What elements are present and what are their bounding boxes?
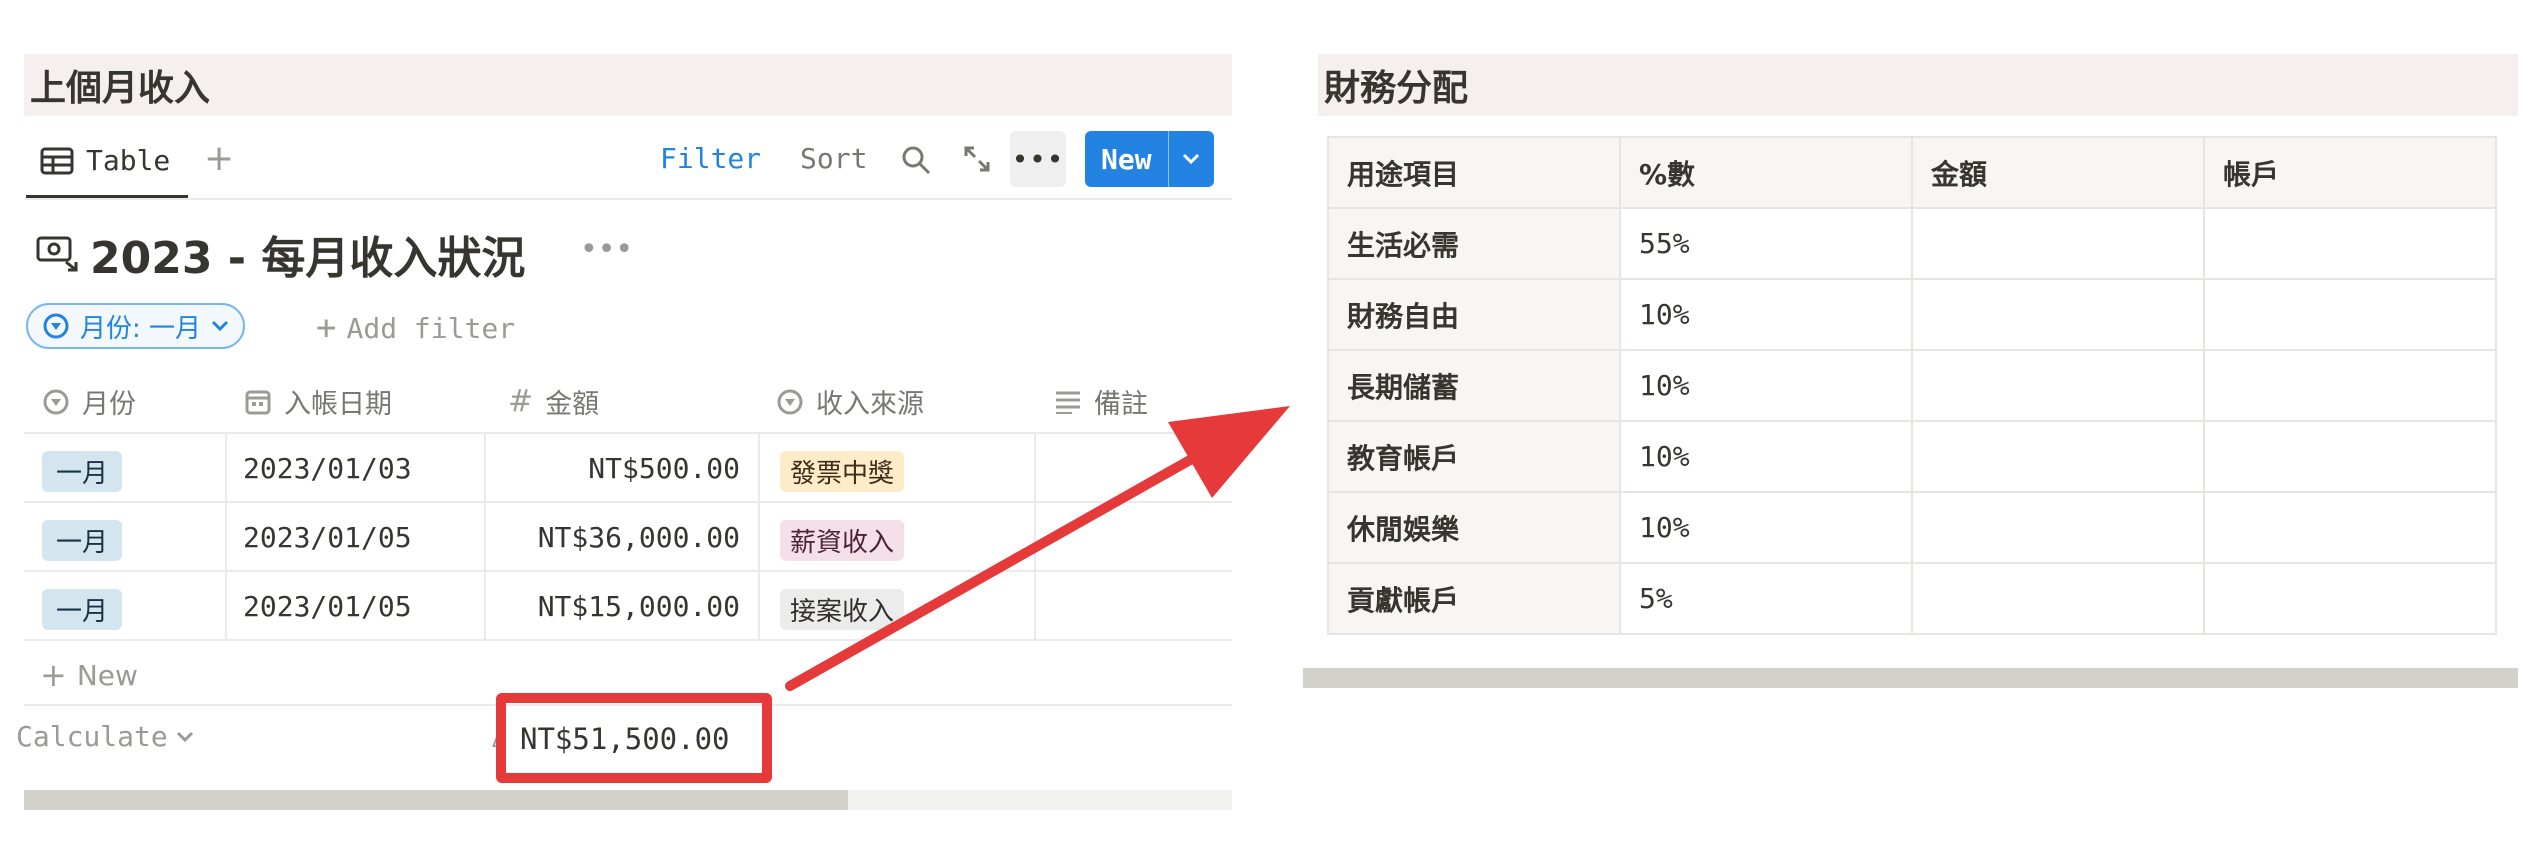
database-title-more-icon[interactable]: ••• [580,232,633,267]
number-property-icon: # [508,384,534,419]
column-header-month[interactable]: 月份 [42,382,136,421]
sum-total[interactable]: NT$51,500.00 [520,722,730,756]
month-tag[interactable]: 一月 [42,451,123,492]
item-cell[interactable]: 長期儲蓄 [1327,349,1621,422]
account-cell[interactable] [2203,278,2497,351]
amount-cell[interactable] [1911,207,2205,280]
amount-cell[interactable] [1911,420,2205,493]
account-cell[interactable] [2203,562,2497,635]
item-cell[interactable]: 生活必需 [1327,207,1621,280]
table-row: 休閒娛樂 10% [1327,491,2497,564]
expand-icon[interactable] [962,144,992,174]
plus-icon: + [316,308,337,348]
toolbar-divider [24,198,1232,200]
select-property-icon [43,389,69,414]
allocation-table: 用途項目 %數 金額 帳戶 生活必需 55% 財務自由 10% 長期儲蓄 10%… [1327,136,2497,635]
item-cell[interactable]: 教育帳戶 [1327,420,1621,493]
new-button-label: New [1101,142,1152,176]
percent-cell[interactable]: 10% [1619,349,1913,422]
table-header-cell: %數 [1619,136,1913,209]
account-cell[interactable] [2203,349,2497,422]
amount-cell[interactable]: NT$36,000.00 [538,521,740,554]
filter-chip-month[interactable]: 月份: 一月 [26,303,246,349]
select-property-icon [43,313,69,339]
table-header-cell: 帳戶 [2203,136,2497,209]
section-title: 上個月收入 [30,68,211,109]
table-row: 貢獻帳戶 5% [1327,562,2497,635]
chevron-down-icon [211,320,229,332]
column-header-label: 金額 [545,389,600,420]
percent-cell[interactable]: 10% [1619,491,1913,564]
section-header-financial-allocation: 財務分配 [1318,54,2518,116]
amount-cell[interactable]: NT$500.00 [588,452,740,485]
amount-cell[interactable] [1911,278,2205,351]
table-row: 教育帳戶 10% [1327,420,2497,493]
add-view-icon[interactable]: + [204,138,234,179]
scrollbar-thumb[interactable] [24,790,848,810]
new-record-button[interactable]: New [1085,131,1214,187]
add-new-row-button[interactable]: + New [40,656,138,694]
amount-cell[interactable] [1911,491,2205,564]
amount-cell[interactable] [1911,562,2205,635]
column-header-label: 月份 [82,389,136,420]
table-header-cell: 金額 [1911,136,2205,209]
section-title: 財務分配 [1324,68,1469,109]
section-header-last-month-income: 上個月收入 [24,54,1232,116]
table-row: 財務自由 10% [1327,278,2497,351]
tab-table-view[interactable]: Table [26,126,189,198]
item-cell[interactable]: 貢獻帳戶 [1327,562,1621,635]
add-filter-label: Add filter [346,311,516,345]
tab-table-label: Table [86,144,171,177]
account-cell[interactable] [2203,207,2497,280]
table-header-row: 用途項目 %數 金額 帳戶 [1327,136,2497,209]
table-row: 長期儲蓄 10% [1327,349,2497,422]
date-cell[interactable]: 2023/01/03 [243,452,412,485]
month-tag[interactable]: 一月 [42,589,123,630]
percent-cell[interactable]: 55% [1619,207,1913,280]
add-filter-button[interactable]: + Add filter [316,308,515,348]
calculate-label: Calculate [16,720,168,753]
database-title[interactable]: 2023 - 每月收入狀況 [90,222,525,286]
column-header-date[interactable]: 入帳日期 [244,382,392,421]
item-cell[interactable]: 財務自由 [1327,278,1621,351]
amount-cell[interactable] [1911,349,2205,422]
date-cell[interactable]: 2023/01/05 [243,521,412,554]
more-icon: ••• [1011,142,1065,176]
calculate-button[interactable]: Calculate [16,720,194,753]
item-cell[interactable]: 休閒娛樂 [1327,491,1621,564]
filter-button[interactable]: Filter [660,142,761,175]
percent-cell[interactable]: 10% [1619,278,1913,351]
red-arrow-annotation [785,406,1290,691]
sort-button[interactable]: Sort [800,142,867,175]
new-row-label: New [76,658,138,692]
account-cell[interactable] [2203,420,2497,493]
account-cell[interactable] [2203,491,2497,564]
chevron-down-icon [176,731,193,742]
date-cell[interactable]: 2023/01/05 [243,590,412,623]
calendar-icon [245,390,271,414]
plus-icon: + [40,656,67,694]
table-icon [40,147,74,174]
more-options-button[interactable]: ••• [1010,131,1066,187]
month-tag[interactable]: 一月 [42,520,123,561]
amount-cell[interactable]: NT$15,000.00 [538,590,740,623]
table-row: 生活必需 55% [1327,207,2497,280]
column-header-label: 入帳日期 [284,389,392,420]
horizontal-scrollbar[interactable] [1303,668,2518,688]
search-icon[interactable] [900,144,932,176]
table-header-cell: 用途項目 [1327,136,1621,209]
filter-chip-label: 月份: 一月 [80,313,202,344]
percent-cell[interactable]: 5% [1619,562,1913,635]
new-dropdown-chevron-icon[interactable] [1167,131,1214,187]
percent-cell[interactable]: 10% [1619,420,1913,493]
money-icon [36,236,78,272]
column-header-amount[interactable]: # 金額 [508,382,599,421]
